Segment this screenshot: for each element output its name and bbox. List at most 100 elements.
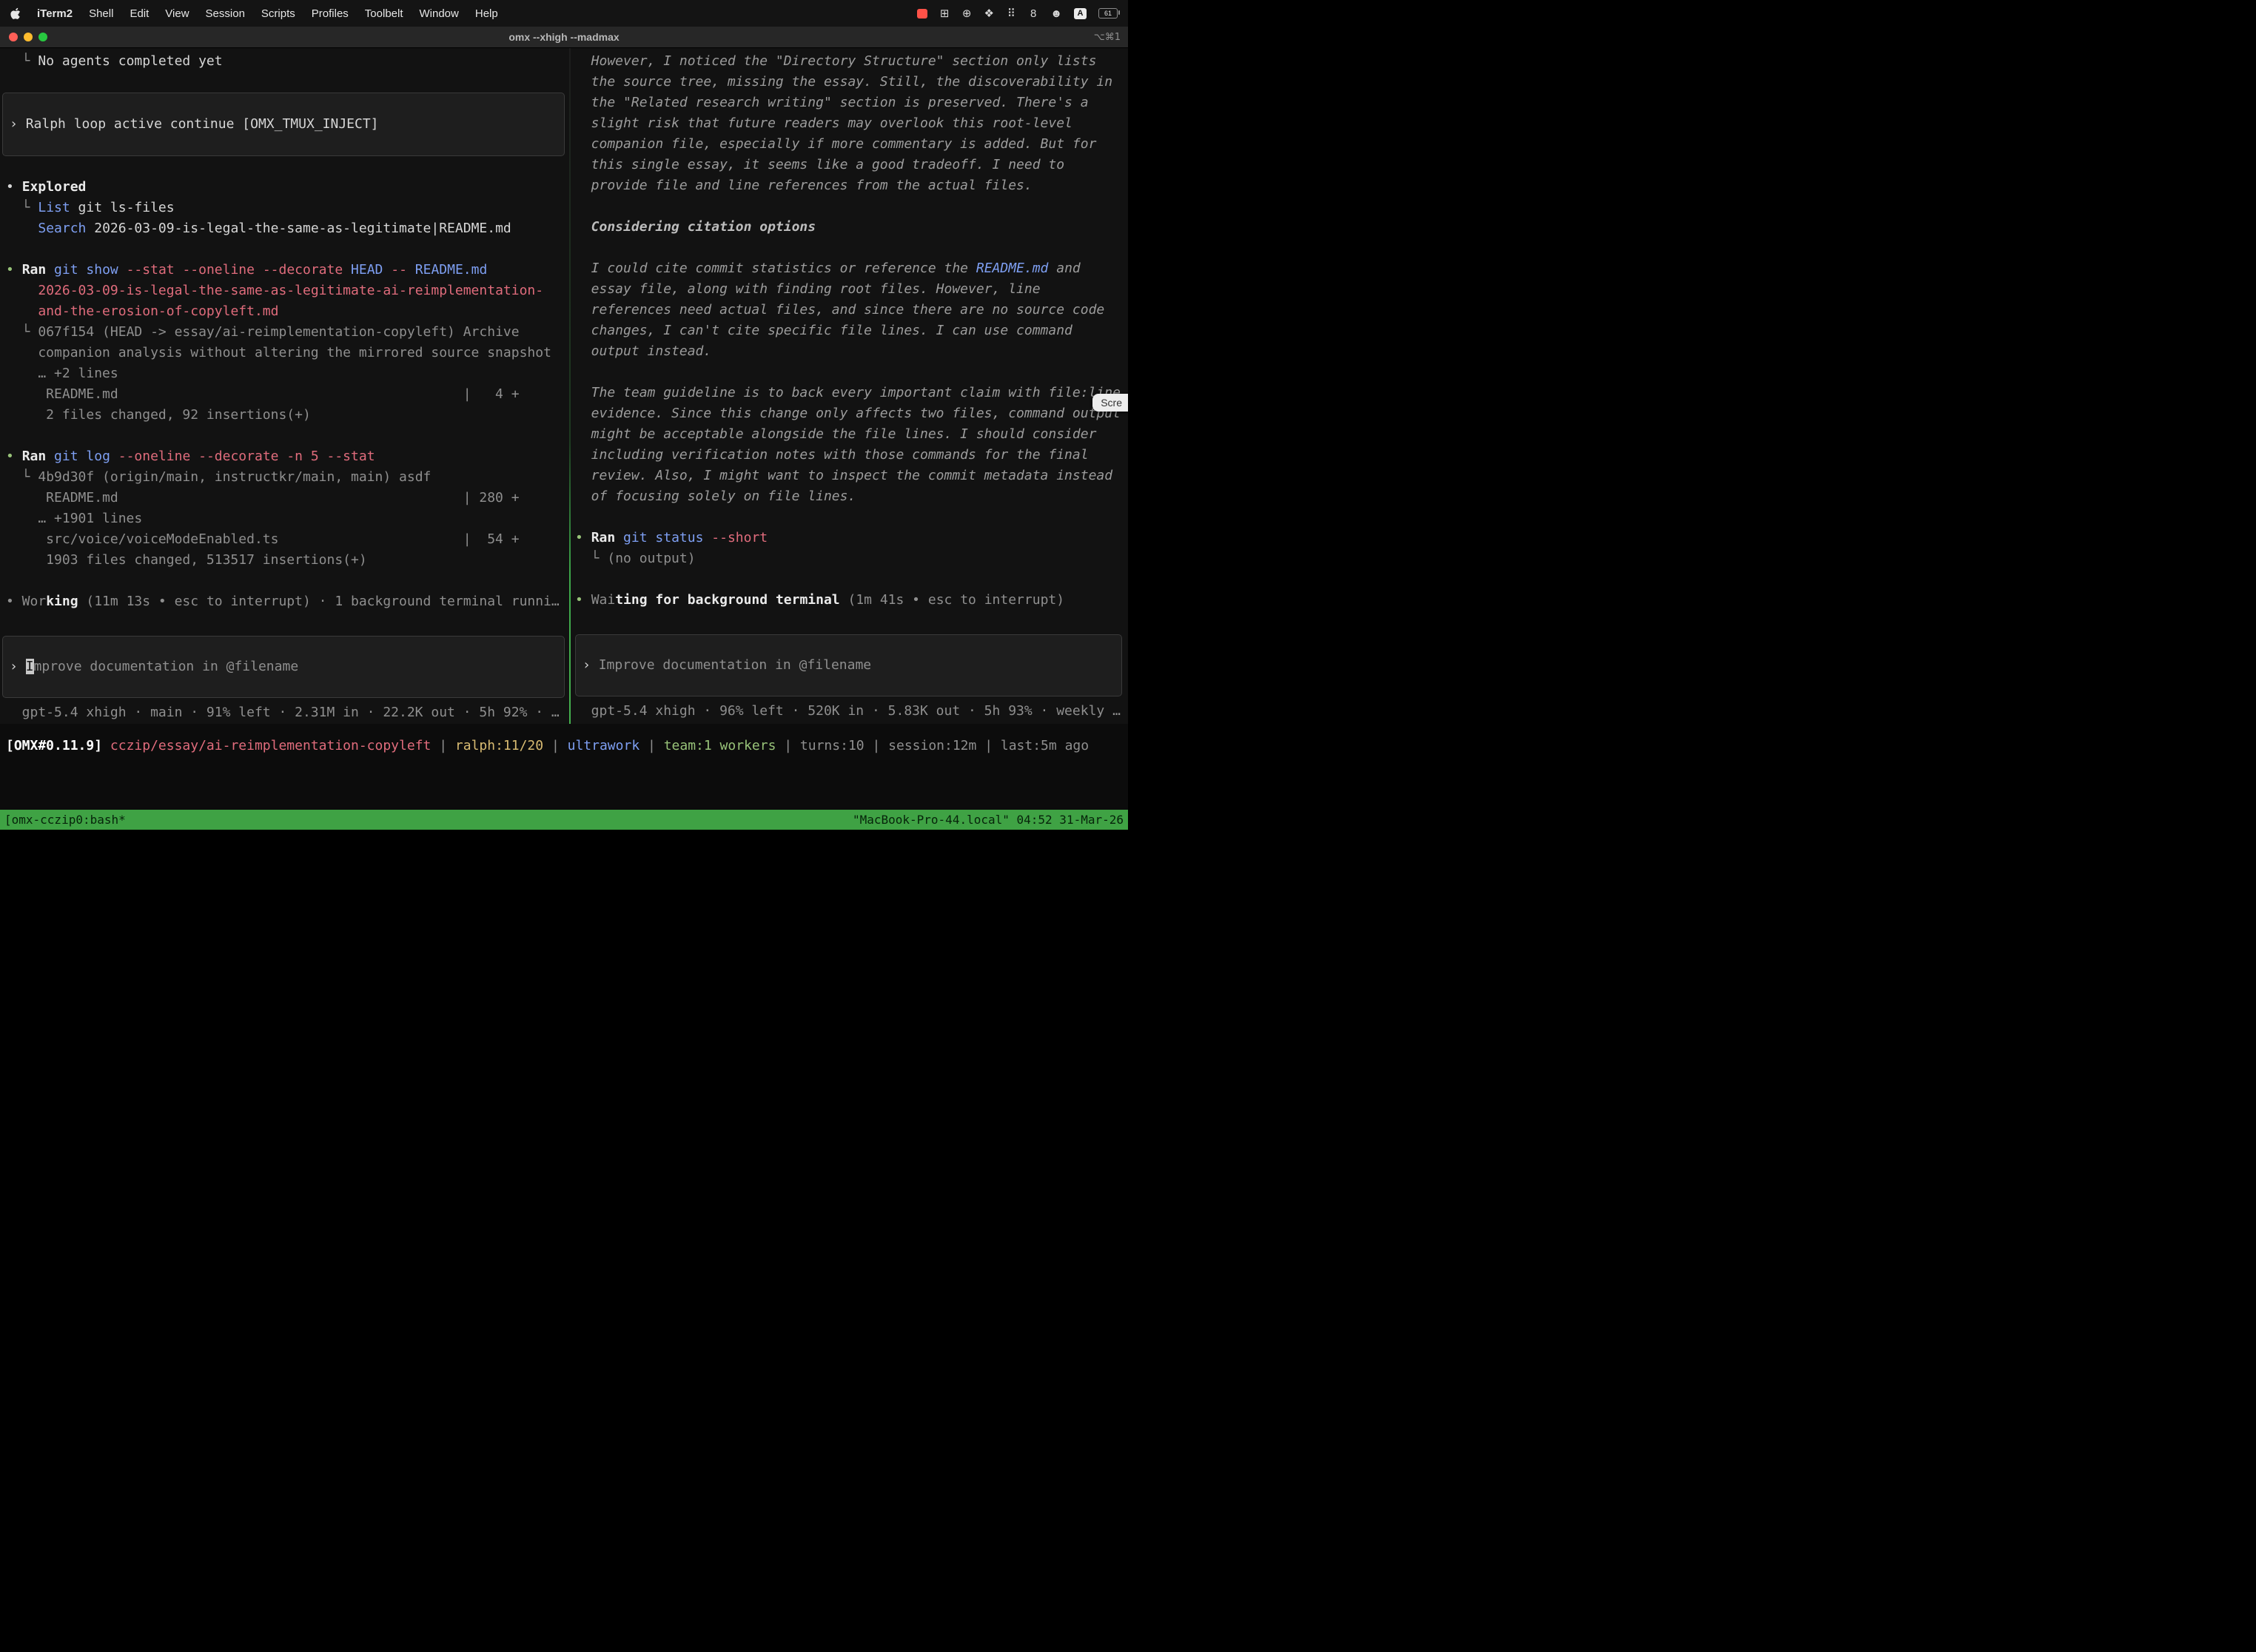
text-segment: references need actual files, and since … [575, 302, 1104, 318]
menu-scripts[interactable]: Scripts [261, 7, 295, 20]
text-segment [46, 449, 54, 464]
text-segment: • Wor [6, 594, 46, 609]
text-segment: 067f154 (HEAD -> essay/ai-reimplementati… [38, 324, 519, 340]
text-segment: The team guideline is to back every impo… [575, 385, 1121, 400]
text-segment: | [431, 738, 455, 753]
agent-input-left[interactable]: › Improve documentation in @filename [2, 636, 565, 698]
text-segment: └ [575, 551, 607, 566]
screen-overlay-button[interactable]: Scre [1092, 394, 1128, 412]
terminal-line [6, 239, 569, 260]
tmux-pane-left[interactable]: └ No agents completed yet › Ralph loop a… [0, 48, 569, 724]
text-segment [6, 283, 38, 298]
text-segment: Ran [22, 449, 47, 464]
text-segment: 2 files changed, 92 insertions(+) [6, 407, 311, 423]
text-segment: | [865, 738, 889, 753]
zoom-button[interactable] [38, 33, 47, 41]
terminal-line: essay file, along with finding root file… [575, 279, 1128, 300]
text-segment: No agents completed yet [38, 53, 222, 69]
terminal-line: • Explored [6, 177, 569, 198]
screen-recording-icon[interactable] [917, 9, 927, 19]
terminal-line: └ No agents completed yet [6, 51, 569, 72]
menu-help[interactable]: Help [475, 7, 498, 20]
menu-edit[interactable]: Edit [130, 7, 149, 20]
terminal-line: Considering citation options [575, 217, 1128, 238]
minimize-button[interactable] [24, 33, 33, 41]
terminal-line: companion file, especially if more comme… [575, 134, 1128, 155]
terminal-line: 1903 files changed, 513517 insertions(+) [6, 550, 569, 571]
right-transcript: However, I noticed the "Directory Struct… [571, 51, 1128, 611]
battery-icon[interactable]: 61 [1098, 8, 1118, 19]
terminal-line: • Ran git show --stat --oneline --decora… [6, 260, 569, 281]
text-segment [407, 262, 415, 278]
text-segment: I could cite commit statistics or refere… [575, 261, 976, 276]
terminal-line: gpt-5.4 xhigh · main · 91% left · 2.31M … [6, 702, 569, 723]
terminal-line [575, 238, 1128, 258]
terminal-line: └ (no output) [575, 548, 1128, 569]
left-pre-lines: └ No agents completed yet [0, 51, 569, 72]
text-segment: cczip/essay/ai-reimplementation-copyleft [110, 738, 431, 753]
agent-status-right: gpt-5.4 xhigh · 96% left · 520K in · 5.8… [571, 701, 1128, 722]
text-segment: companion file, especially if more comme… [575, 136, 1096, 152]
text-segment: (no output) [607, 551, 695, 566]
text-segment: | [639, 738, 664, 753]
text-segment: However, I noticed the "Directory Struct… [575, 53, 1096, 69]
terminal-line: of focusing solely on file lines. [575, 486, 1128, 507]
terminal-line: output instead. [575, 341, 1128, 362]
menubar-menus: iTerm2 Shell Edit View Session Scripts P… [10, 7, 498, 20]
terminal-line: README.md | 280 + [6, 488, 569, 508]
terminal-line: • Working (11m 13s • esc to interrupt) ·… [6, 591, 569, 612]
terminal-line: provide file and line references from th… [575, 175, 1128, 196]
text-segment: • [6, 449, 22, 464]
macos-menubar: iTerm2 Shell Edit View Session Scripts P… [0, 0, 1128, 27]
browser-grid-icon[interactable]: ⊞ [939, 7, 950, 19]
text-segment: git ls-files [70, 200, 175, 215]
agent-status-left: gpt-5.4 xhigh · main · 91% left · 2.31M … [0, 702, 569, 723]
close-button[interactable] [9, 33, 18, 41]
text-segment: Explored [22, 179, 87, 195]
terminal-line: the "Related research writing" section i… [575, 93, 1128, 113]
text-segment: companion analysis without altering the … [6, 345, 551, 360]
terminal-line: this single essay, it seems like a good … [575, 155, 1128, 175]
terminal-line: companion analysis without altering the … [6, 343, 569, 363]
app-grid-icon[interactable]: ⠿ [1006, 7, 1016, 19]
text-segment: README.md | 4 + [6, 386, 520, 402]
menu-view[interactable]: View [165, 7, 189, 20]
terminal-line [575, 507, 1128, 528]
menu-window[interactable]: Window [420, 7, 459, 20]
terminal-line: the source tree, missing the essay. Stil… [575, 72, 1128, 93]
apple-menu-icon[interactable] [10, 7, 21, 20]
text-segment: this single essay, it seems like a good … [575, 157, 1064, 172]
text-segment: 4b9d30f (origin/main, instructkr/main, m… [38, 469, 431, 485]
menu-toolbelt[interactable]: Toolbelt [365, 7, 403, 20]
menu-session[interactable]: Session [206, 7, 245, 20]
numkey-8-icon[interactable]: 8 [1028, 7, 1038, 19]
shield-icon[interactable]: ❖ [984, 7, 994, 19]
text-segment [840, 592, 848, 608]
menu-profiles[interactable]: Profiles [312, 7, 349, 20]
text-segment: Ran [591, 530, 616, 545]
tmux-session-window[interactable]: [omx-cczip0:bash* [4, 810, 126, 830]
menu-shell[interactable]: Shell [89, 7, 113, 20]
text-segment: might be acceptable alongside the file l… [575, 426, 1096, 442]
terminal-line: └ 067f154 (HEAD -> essay/ai-reimplementa… [6, 322, 569, 343]
globe-icon[interactable]: ⊕ [961, 7, 972, 19]
tmux-pane-right[interactable]: However, I noticed the "Directory Struct… [571, 48, 1128, 724]
text-segment: Improve documentation in @filename [599, 657, 871, 673]
agent-input-right[interactable]: › Improve documentation in @filename [575, 634, 1122, 696]
a-key-icon[interactable]: A [1074, 8, 1087, 19]
emoji-icon[interactable]: ☻ [1050, 7, 1062, 19]
text-segment: [OMX#0.11.9] [6, 738, 110, 753]
text-segment: changes, I can't cite specific file line… [575, 323, 1072, 338]
window-titlebar[interactable]: omx --xhigh --madmax ⌥⌘1 [0, 27, 1128, 48]
ralph-loop-banner: › Ralph loop active continue [OMX_TMUX_I… [2, 93, 565, 156]
terminal-line: The team guideline is to back every impo… [575, 383, 1128, 403]
tmux-host-clock: "MacBook-Pro-44.local" 04:52 31-Mar-26 [853, 810, 1124, 830]
terminal-line: evidence. Since this change only affects… [575, 403, 1128, 424]
text-segment: … +1901 lines [6, 511, 142, 526]
text-segment: last:5m ago [1001, 738, 1089, 753]
terminal-line: › Improve documentation in @filename [10, 657, 298, 677]
text-segment: (11m 13s • esc to interrupt) · 1 backgro… [78, 594, 560, 609]
terminal-line [575, 196, 1128, 217]
text-segment: and-the-erosion-of-copyleft.md [38, 303, 278, 319]
menu-iterm2[interactable]: iTerm2 [37, 7, 73, 20]
